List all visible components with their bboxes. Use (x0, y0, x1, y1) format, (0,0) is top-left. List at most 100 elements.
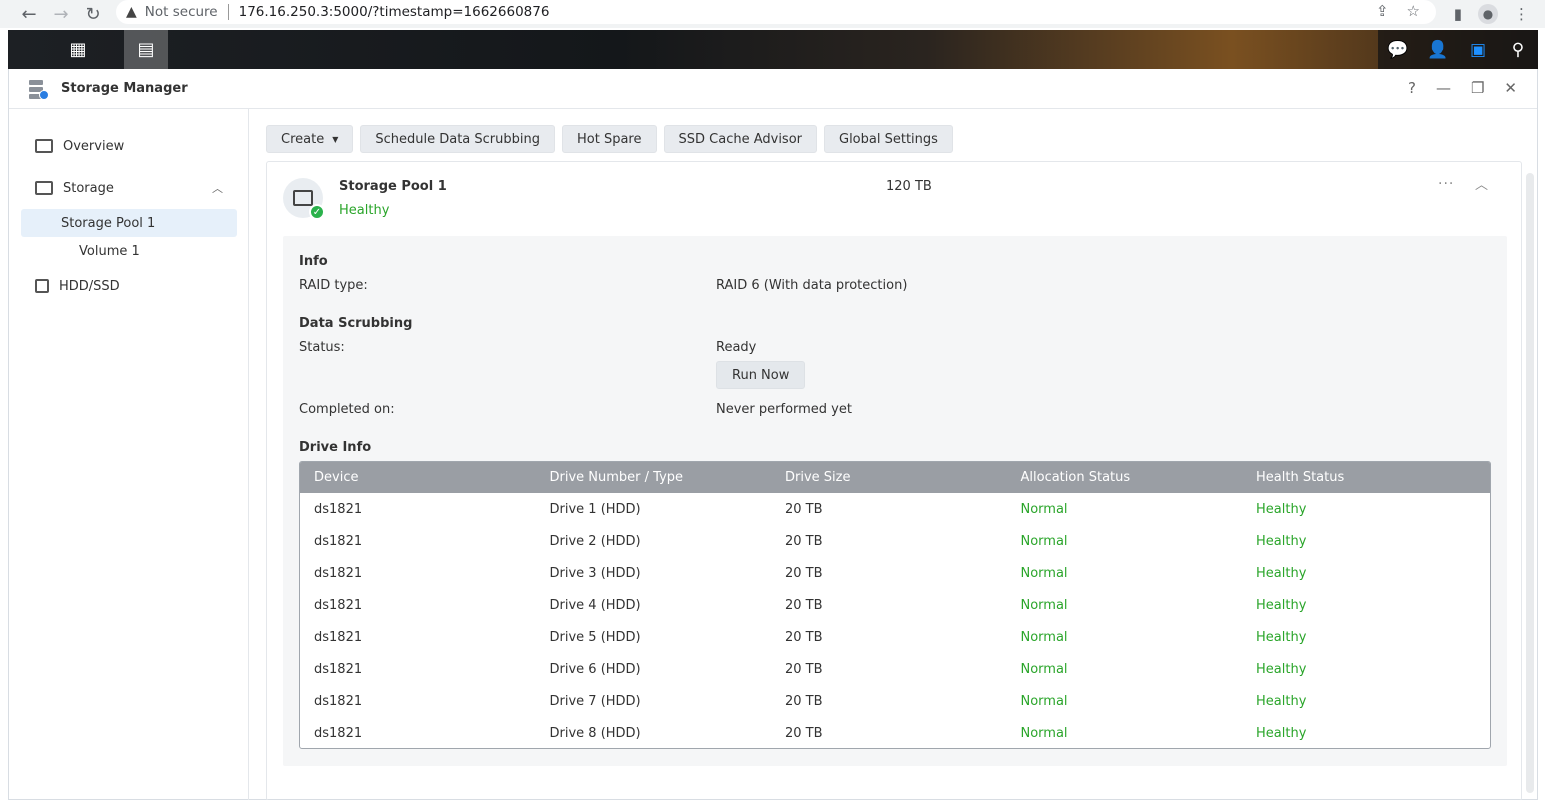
sidebar-item-overview[interactable]: Overview (21, 132, 237, 160)
health-status-cell: Healthy (1256, 693, 1307, 709)
omnibox-separator (227, 4, 229, 20)
column-header[interactable]: Drive Size (771, 470, 1007, 485)
health-status-cell: Healthy (1256, 725, 1307, 741)
table-row[interactable]: ds1821 Drive 6 (HDD) 20 TB Normal Health… (300, 653, 1490, 685)
scrub-status-label: Status: (299, 340, 345, 355)
pool-status: Healthy (339, 203, 390, 218)
bookmark-star-icon[interactable]: ☆ (1407, 2, 1420, 20)
storage-manager-app-icon (27, 78, 49, 100)
drive-number-cell: Drive 5 (HDD) (549, 629, 641, 645)
device-cell: ds1821 (314, 661, 363, 677)
sidebar-item-storage[interactable]: Storage ︿ (21, 174, 237, 202)
info-title: Info (299, 254, 328, 269)
table-header: Device Drive Number / Type Drive Size Al… (300, 462, 1490, 493)
completed-on-label: Completed on: (299, 402, 395, 417)
allocation-status-cell: Normal (1020, 597, 1068, 613)
share-icon[interactable]: ⇪ (1376, 2, 1389, 20)
address-bar[interactable]: ▲ Not secure 176.16.250.3:5000/?timestam… (116, 0, 1436, 24)
overview-icon (35, 139, 53, 153)
security-label: Not secure (144, 4, 218, 20)
forward-arrow-icon[interactable]: → (46, 0, 76, 28)
device-cell: ds1821 (314, 725, 363, 741)
table-row[interactable]: ds1821 Drive 8 (HDD) 20 TB Normal Health… (300, 717, 1490, 748)
close-icon[interactable]: ✕ (1504, 79, 1517, 97)
chevron-up-icon[interactable]: ︿ (1475, 174, 1488, 193)
table-row[interactable]: ds1821 Drive 1 (HDD) 20 TB Normal Health… (300, 493, 1490, 525)
hdd-icon (35, 279, 49, 293)
health-status-cell: Healthy (1256, 565, 1307, 581)
table-row[interactable]: ds1821 Drive 4 (HDD) 20 TB Normal Health… (300, 589, 1490, 621)
raid-type-label: RAID type: (299, 278, 368, 293)
column-header[interactable]: Device (300, 470, 536, 485)
column-header[interactable]: Health Status (1242, 470, 1478, 485)
hot-spare-button[interactable]: Hot Spare (562, 125, 657, 153)
raid-type-value: RAID 6 (With data protection) (716, 278, 908, 293)
restore-icon[interactable]: ❐ (1471, 79, 1484, 97)
global-settings-button[interactable]: Global Settings (824, 125, 953, 153)
device-cell: ds1821 (314, 501, 363, 517)
drive-number-cell: Drive 3 (HDD) (549, 565, 641, 581)
create-button[interactable]: Create ▼ (266, 125, 354, 153)
drive-number-cell: Drive 2 (HDD) (549, 533, 641, 549)
device-cell: ds1821 (314, 597, 363, 613)
browser-toolbar: ← → ↻ ▲ Not secure 176.16.250.3:5000/?ti… (0, 0, 1545, 28)
device-cell: ds1821 (314, 629, 363, 645)
drive-size-cell: 20 TB (785, 533, 823, 549)
table-row[interactable]: ds1821 Drive 2 (HDD) 20 TB Normal Health… (300, 525, 1490, 557)
reload-icon[interactable]: ↻ (78, 0, 108, 28)
scrollbar[interactable] (1526, 173, 1534, 793)
warning-icon: ▲ (126, 4, 137, 20)
profile-avatar-icon[interactable]: ● (1478, 4, 1498, 24)
sidebar-item-hdd-ssd[interactable]: HDD/SSD (21, 272, 237, 300)
completed-on-value: Never performed yet (716, 402, 852, 417)
drive-info-table: Device Drive Number / Type Drive Size Al… (299, 461, 1491, 749)
storage-pool-icon: ✓ (283, 178, 325, 220)
drive-number-cell: Drive 8 (HDD) (549, 725, 641, 741)
health-status-cell: Healthy (1256, 501, 1307, 517)
kebab-menu-icon[interactable]: ⋮ (1514, 5, 1529, 23)
run-now-button[interactable]: Run Now (716, 361, 806, 389)
column-header[interactable]: Drive Number / Type (536, 470, 772, 485)
storage-manager-taskbar-icon[interactable]: ▤ (124, 30, 168, 69)
table-row[interactable]: ds1821 Drive 5 (HDD) 20 TB Normal Health… (300, 621, 1490, 653)
sidebar-item-storage-pool[interactable]: Storage Pool 1 (21, 209, 237, 237)
schedule-scrubbing-button[interactable]: Schedule Data Scrubbing (360, 125, 555, 153)
sidebar-item-volume[interactable]: Volume 1 (21, 237, 237, 265)
ssd-cache-advisor-button[interactable]: SSD Cache Advisor (663, 125, 817, 153)
window-title: Storage Manager (61, 81, 188, 96)
toolbar: Create ▼ Schedule Data Scrubbing Hot Spa… (266, 125, 953, 153)
allocation-status-cell: Normal (1020, 533, 1068, 549)
health-status-cell: Healthy (1256, 597, 1307, 613)
search-icon[interactable]: ⚲ (1498, 30, 1538, 69)
table-row[interactable]: ds1821 Drive 7 (HDD) 20 TB Normal Health… (300, 685, 1490, 717)
user-icon[interactable]: 👤 (1418, 30, 1458, 69)
sidebar-item-label: Overview (63, 138, 125, 154)
storage-icon (35, 181, 53, 195)
column-header[interactable]: Allocation Status (1007, 470, 1243, 485)
allocation-status-cell: Normal (1020, 565, 1068, 581)
drive-info-title: Drive Info (299, 440, 372, 455)
chevron-up-icon[interactable]: ︿ (212, 180, 223, 196)
main-content: Create ▼ Schedule Data Scrubbing Hot Spa… (250, 109, 1538, 800)
main-menu-icon[interactable]: ▦ (56, 30, 100, 69)
sidebar-item-label: Volume 1 (79, 243, 140, 259)
device-cell: ds1821 (314, 565, 363, 581)
drive-number-cell: Drive 6 (HDD) (549, 661, 641, 677)
scrub-status-value: Ready (716, 340, 757, 355)
drive-size-cell: 20 TB (785, 629, 823, 645)
minimize-icon[interactable]: — (1436, 79, 1451, 97)
sidebar-item-label: HDD/SSD (59, 278, 120, 294)
drive-number-cell: Drive 7 (HDD) (549, 693, 641, 709)
pool-detail-panel: Info RAID type: RAID 6 (With data protec… (283, 236, 1507, 766)
widgets-icon[interactable]: ▣ (1458, 30, 1498, 69)
table-row[interactable]: ds1821 Drive 3 (HDD) 20 TB Normal Health… (300, 557, 1490, 589)
drive-size-cell: 20 TB (785, 693, 823, 709)
notifications-icon[interactable]: 💬 (1378, 30, 1418, 69)
side-panel-icon[interactable]: ▮ (1454, 5, 1462, 23)
help-icon[interactable]: ? (1408, 79, 1416, 97)
more-options-icon[interactable]: ··· (1438, 176, 1454, 192)
data-scrubbing-title: Data Scrubbing (299, 316, 413, 331)
back-arrow-icon[interactable]: ← (14, 0, 44, 28)
sidebar-item-label: Storage (63, 180, 114, 196)
storage-pool-card: ✓ Storage Pool 1 Healthy 120 TB ··· ︿ In… (266, 161, 1522, 800)
